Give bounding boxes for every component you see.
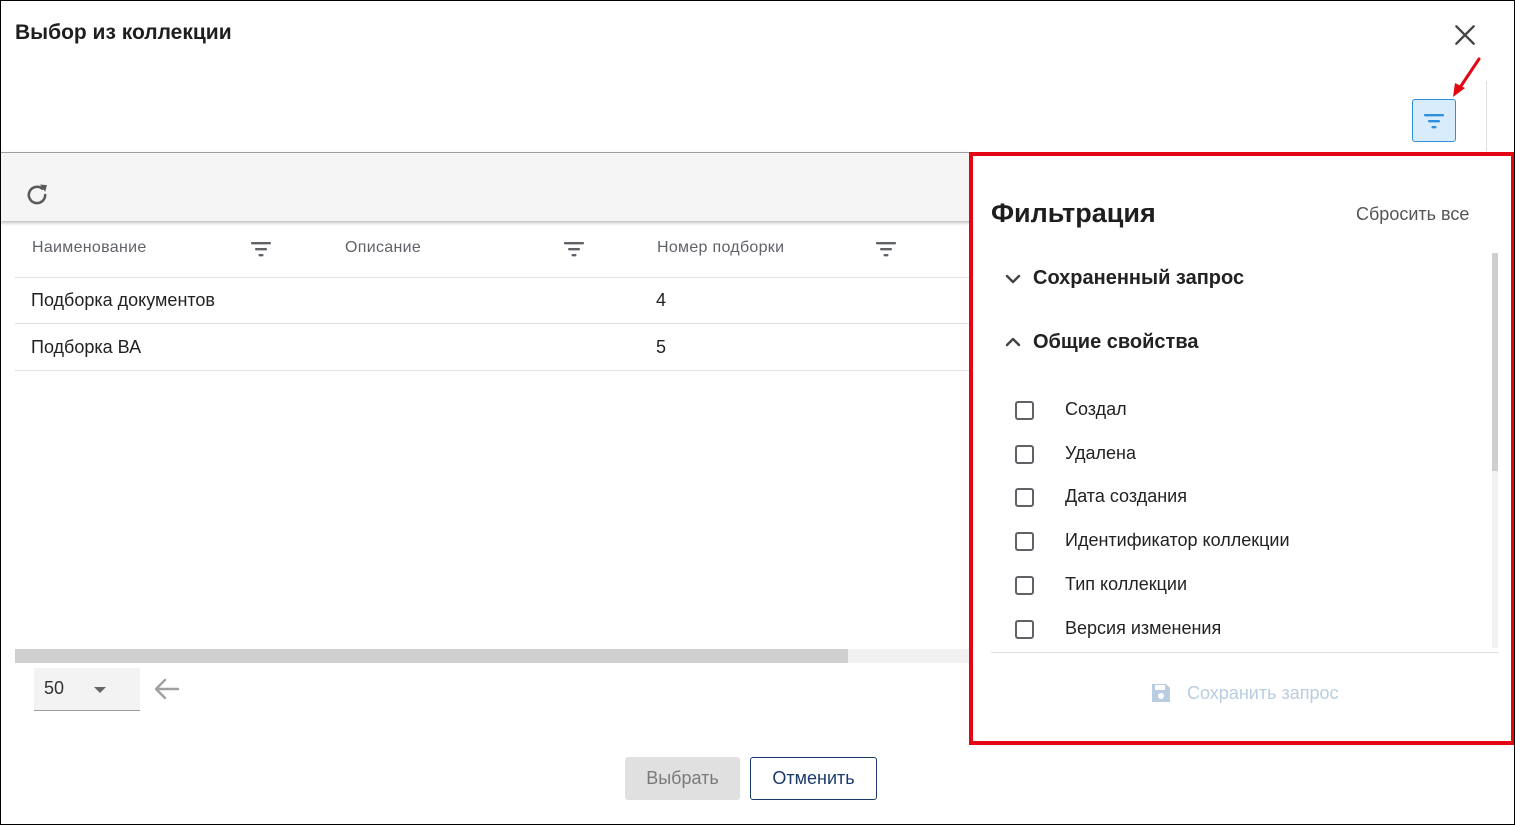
page-size-value: 50 bbox=[44, 678, 65, 698]
property-label: Создал bbox=[1065, 399, 1127, 419]
save-query-label: Сохранить запрос bbox=[1187, 682, 1339, 703]
filter-panel-divider bbox=[991, 652, 1499, 653]
cell-name: Подборка ВА bbox=[31, 337, 142, 357]
cell-number: 4 bbox=[656, 290, 667, 310]
page-size-select[interactable]: 50 bbox=[34, 668, 140, 711]
dialog-title: Выбор из коллекции bbox=[15, 21, 232, 44]
reset-all-button[interactable]: Сбросить все bbox=[1356, 204, 1469, 225]
filter-panel: Фильтрация Сбросить все Сохраненный запр… bbox=[969, 152, 1514, 745]
column-filter-name[interactable] bbox=[248, 237, 274, 261]
filter-icon bbox=[564, 242, 584, 257]
table-row[interactable]: Подборка ВА 5 bbox=[15, 325, 971, 371]
section-label: Общие свойства bbox=[1033, 330, 1199, 353]
filter-icon bbox=[876, 242, 896, 257]
close-button[interactable] bbox=[1449, 19, 1481, 51]
property-checkbox[interactable] bbox=[1015, 619, 1034, 639]
section-saved-query[interactable]: Сохраненный запрос bbox=[1003, 262, 1244, 294]
chevron-up-icon bbox=[1005, 337, 1021, 347]
property-checkbox[interactable] bbox=[1015, 575, 1034, 595]
filter-panel-scrollbar[interactable] bbox=[1492, 253, 1498, 648]
annotation-arrow-icon bbox=[1453, 57, 1481, 97]
table-row[interactable]: Подборка документов 4 bbox=[15, 278, 971, 324]
column-filter-description[interactable] bbox=[561, 237, 587, 261]
grid-header: Наименование Описание Номер подборки bbox=[15, 223, 971, 278]
property-checkbox[interactable] bbox=[1015, 444, 1034, 464]
save-query-button[interactable]: Сохранить запрос bbox=[1149, 678, 1338, 708]
grid-toolbar bbox=[1, 152, 971, 221]
cell-number: 5 bbox=[656, 337, 667, 357]
cell-name: Подборка документов bbox=[31, 290, 215, 310]
filter-icon bbox=[251, 242, 271, 257]
select-button[interactable]: Выбрать bbox=[625, 757, 740, 800]
section-label: Сохраненный запрос bbox=[1033, 266, 1245, 289]
property-label: Идентификатор коллекции bbox=[1065, 530, 1290, 550]
horizontal-scrollbar-thumb[interactable] bbox=[15, 649, 848, 663]
cancel-button[interactable]: Отменить bbox=[750, 757, 877, 800]
horizontal-scrollbar[interactable] bbox=[15, 649, 971, 663]
property-label: Удалена bbox=[1065, 443, 1137, 463]
close-icon bbox=[1455, 25, 1475, 45]
filter-panel-title: Фильтрация bbox=[991, 198, 1156, 228]
property-label: Версия изменения bbox=[1065, 618, 1222, 638]
caret-down-icon bbox=[94, 687, 106, 693]
property-checkbox-row[interactable]: Удалена bbox=[1015, 439, 1136, 469]
previous-page-button[interactable] bbox=[152, 675, 182, 703]
filter-icon bbox=[1424, 113, 1444, 128]
chevron-down-icon bbox=[1005, 274, 1021, 284]
refresh-icon bbox=[27, 184, 47, 205]
property-checkbox-row[interactable]: Дата создания bbox=[1015, 482, 1187, 512]
refresh-button[interactable] bbox=[23, 181, 51, 209]
property-checkbox-row[interactable]: Тип коллекции bbox=[1015, 570, 1187, 600]
arrow-left-icon bbox=[154, 678, 180, 700]
property-checkbox[interactable] bbox=[1015, 487, 1034, 507]
property-label: Дата создания bbox=[1065, 486, 1187, 506]
property-checkbox-row[interactable]: Версия изменения bbox=[1015, 614, 1221, 644]
property-checkbox-row[interactable]: Создал bbox=[1015, 395, 1127, 425]
property-checkbox[interactable] bbox=[1015, 400, 1034, 420]
column-filter-number[interactable] bbox=[873, 237, 899, 261]
floppy-disk-icon bbox=[1152, 684, 1170, 702]
panel-edge-divider bbox=[1486, 81, 1487, 151]
collection-picker-dialog: Выбор из коллекции Наименование Описание… bbox=[0, 0, 1515, 825]
filter-panel-scrollbar-thumb[interactable] bbox=[1492, 253, 1498, 471]
column-header-description[interactable]: Описание bbox=[345, 239, 421, 257]
property-checkbox[interactable] bbox=[1015, 531, 1034, 551]
property-checkbox-row[interactable]: Идентификатор коллекции bbox=[1015, 526, 1290, 556]
column-header-number[interactable]: Номер подборки bbox=[657, 239, 784, 257]
section-general-properties[interactable]: Общие свойства bbox=[1003, 326, 1199, 358]
filter-toggle-button[interactable] bbox=[1412, 99, 1456, 142]
property-label: Тип коллекции bbox=[1065, 574, 1188, 594]
column-header-name[interactable]: Наименование bbox=[32, 239, 147, 257]
